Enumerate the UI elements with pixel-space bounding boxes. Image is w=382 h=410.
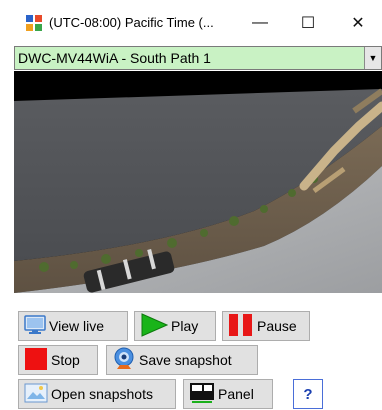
camera-viewer-window: (UTC-08:00) Pacific Time (... — ☐ ✕ DWC-… bbox=[0, 0, 382, 410]
open-snapshots-button[interactable]: Open snapshots bbox=[18, 379, 176, 409]
video-frame-image bbox=[14, 71, 382, 293]
title-bar[interactable]: (UTC-08:00) Pacific Time (... — ☐ ✕ bbox=[0, 0, 382, 46]
save-snapshot-button[interactable]: Save snapshot bbox=[106, 345, 258, 375]
pause-label: Pause bbox=[257, 318, 297, 334]
stop-icon bbox=[24, 347, 48, 374]
image-folder-icon bbox=[24, 382, 48, 407]
chevron-down-icon[interactable]: ▼ bbox=[364, 47, 381, 69]
view-live-button[interactable]: View live bbox=[18, 311, 128, 341]
camera-select-value: DWC-MV44WiA - South Path 1 bbox=[18, 50, 211, 66]
panel-icon bbox=[189, 382, 215, 407]
window-title: (UTC-08:00) Pacific Time (... bbox=[49, 15, 214, 30]
pause-button[interactable]: Pause bbox=[222, 311, 310, 341]
stop-label: Stop bbox=[51, 352, 80, 368]
play-icon bbox=[140, 312, 169, 340]
panel-label: Panel bbox=[218, 386, 254, 402]
save-snapshot-label: Save snapshot bbox=[139, 352, 232, 368]
camera-select[interactable]: DWC-MV44WiA - South Path 1 ▼ bbox=[14, 46, 382, 70]
app-icon bbox=[25, 14, 43, 32]
pause-icon bbox=[228, 313, 254, 340]
camera-video-feed[interactable] bbox=[14, 71, 382, 293]
maximize-button[interactable]: ☐ bbox=[286, 8, 330, 38]
close-button[interactable]: ✕ bbox=[336, 8, 380, 38]
panel-button[interactable]: Panel bbox=[183, 379, 273, 409]
view-live-label: View live bbox=[49, 318, 104, 334]
play-button[interactable]: Play bbox=[134, 311, 216, 341]
play-label: Play bbox=[171, 318, 199, 334]
monitor-icon bbox=[24, 314, 46, 338]
webcam-icon bbox=[112, 347, 136, 374]
minimize-button[interactable]: — bbox=[238, 8, 282, 38]
stop-button[interactable]: Stop bbox=[18, 345, 98, 375]
help-button[interactable]: ? bbox=[293, 379, 323, 409]
open-snapshots-label: Open snapshots bbox=[51, 386, 153, 402]
